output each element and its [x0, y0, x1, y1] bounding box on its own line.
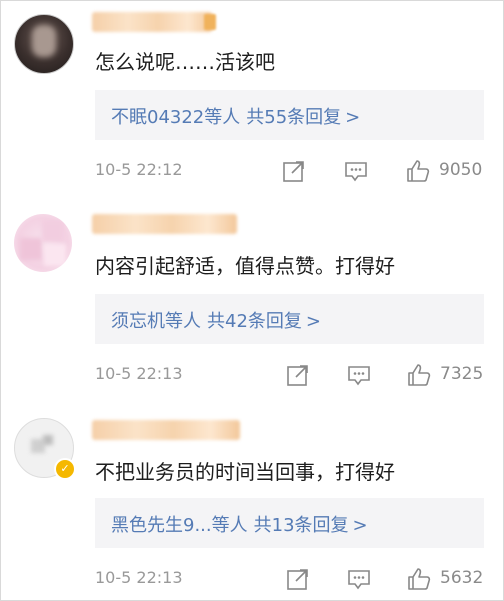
- share-icon[interactable]: [285, 566, 311, 592]
- avatar[interactable]: [14, 14, 74, 74]
- comment-text: 内容引起舒适，值得点赞。打得好: [95, 254, 395, 278]
- comment-icon[interactable]: [346, 566, 372, 592]
- reply-users: 不眠04322: [111, 107, 205, 128]
- chevron-right-icon: >: [352, 515, 368, 536]
- reply-users: 须忘机: [111, 311, 165, 332]
- comment-meta: 10-5 22:13 5632: [95, 566, 495, 594]
- reply-suffix: 等人: [204, 107, 241, 128]
- reply-count: 共42条回复: [207, 311, 302, 332]
- reply-summary[interactable]: 不眠04322等人 共55条回复 >: [95, 90, 484, 140]
- reply-users: 黑色先生9...: [111, 515, 212, 536]
- username-blurred[interactable]: [92, 420, 240, 440]
- reply-count: 共13条回复: [253, 515, 349, 536]
- user-badge-icon: [204, 14, 216, 30]
- like-count: 5632: [440, 568, 484, 588]
- timestamp: 10-5 22:13: [95, 364, 183, 383]
- reply-suffix: 等人: [211, 515, 248, 536]
- like-count: 9050: [439, 160, 483, 180]
- username-blurred[interactable]: [92, 12, 212, 32]
- like-count: 7325: [440, 364, 484, 384]
- reply-count: 共55条回复: [246, 107, 342, 128]
- comment-meta: 10-5 22:12 9050: [95, 158, 495, 186]
- timestamp: 10-5 22:12: [95, 160, 183, 179]
- chevron-right-icon: >: [345, 107, 361, 128]
- comment-text: 不把业务员的时间当回事，打得好: [95, 460, 395, 484]
- username-blurred[interactable]: [92, 214, 237, 234]
- thumbs-up-icon[interactable]: [406, 566, 432, 592]
- chevron-right-icon: >: [305, 311, 321, 332]
- comment-icon[interactable]: [343, 158, 369, 184]
- thumbs-up-icon[interactable]: [405, 158, 431, 184]
- timestamp: 10-5 22:13: [95, 568, 183, 587]
- comment-meta: 10-5 22:13 7325: [95, 362, 495, 390]
- reply-summary[interactable]: 黑色先生9...等人 共13条回复 >: [95, 498, 484, 548]
- reply-summary[interactable]: 须忘机等人 共42条回复 >: [95, 294, 484, 344]
- share-icon[interactable]: [285, 362, 311, 388]
- reply-suffix: 等人: [165, 311, 201, 332]
- share-icon[interactable]: [281, 158, 307, 184]
- comment-icon[interactable]: [346, 362, 372, 388]
- avatar[interactable]: [14, 214, 72, 272]
- thumbs-up-icon[interactable]: [406, 362, 432, 388]
- comment-text: 怎么说呢……活该吧: [95, 50, 275, 74]
- verified-badge-icon: ✓: [54, 458, 76, 480]
